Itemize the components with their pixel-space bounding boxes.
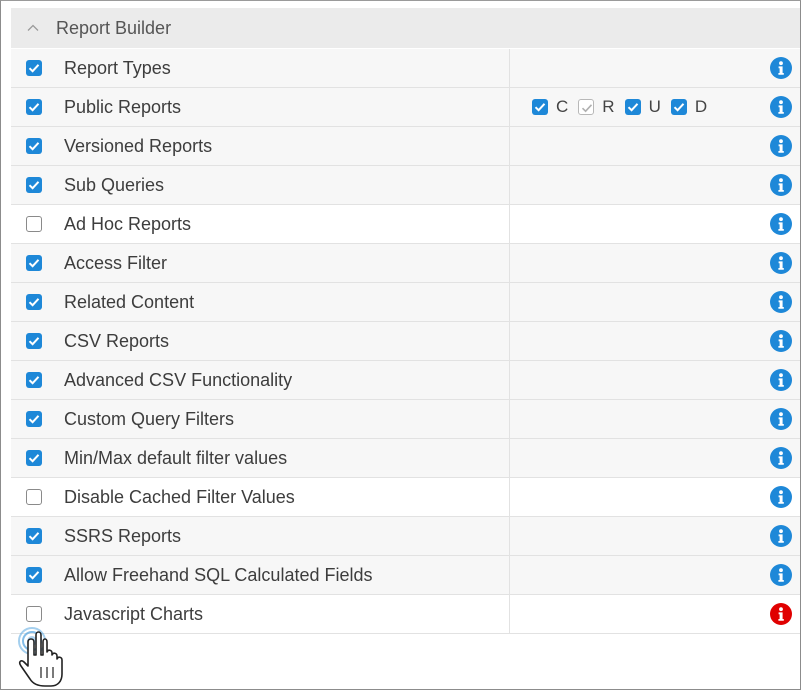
checkbox-report-types[interactable] <box>26 60 42 76</box>
info-icon[interactable] <box>770 96 792 118</box>
crud-checkbox-d[interactable] <box>670 99 687 115</box>
permission-row-public-reports: Public Reports C R U D <box>11 88 800 127</box>
permission-label: Custom Query Filters <box>64 408 235 429</box>
permission-label: Sub Queries <box>64 174 165 195</box>
checkbox-allow-freehand-sql-calculated-fields[interactable] <box>26 567 42 583</box>
info-icon[interactable] <box>770 213 792 235</box>
checkbox-public-reports[interactable] <box>26 99 42 115</box>
info-icon[interactable] <box>770 252 792 274</box>
info-icon[interactable] <box>770 447 792 469</box>
checkbox-ssrs-reports[interactable] <box>26 528 42 544</box>
info-icon[interactable] <box>770 135 792 157</box>
column-divider <box>509 127 510 165</box>
checkbox-related-content[interactable] <box>26 294 42 310</box>
column-divider <box>509 322 510 360</box>
permission-label: Allow Freehand SQL Calculated Fields <box>64 564 373 585</box>
column-divider <box>509 556 510 594</box>
info-icon[interactable] <box>770 525 792 547</box>
info-icon[interactable] <box>770 408 792 430</box>
chevron-up-icon[interactable] <box>26 21 40 35</box>
checkbox-access-filter[interactable] <box>26 255 42 271</box>
column-divider <box>509 517 510 555</box>
info-icon[interactable] <box>770 564 792 586</box>
crud-option-d: D <box>670 97 708 117</box>
hand-pointer-cursor-icon <box>18 627 63 687</box>
crud-option-c: C <box>532 97 568 117</box>
checkbox-javascript-charts[interactable] <box>26 606 42 622</box>
column-divider <box>509 361 510 399</box>
checkbox-advanced-csv-functionality[interactable] <box>26 372 42 388</box>
permission-label: Report Types <box>64 57 171 78</box>
section-title: Report Builder <box>56 17 172 38</box>
permission-row-allow-freehand-sql-calculated-fields: Allow Freehand SQL Calculated Fields <box>11 556 800 595</box>
info-icon[interactable] <box>770 330 792 352</box>
permission-row-sub-queries: Sub Queries <box>11 166 800 205</box>
permission-row-versioned-reports: Versioned Reports <box>11 127 800 166</box>
crud-letter: R <box>602 97 615 116</box>
crud-letter: U <box>648 97 661 116</box>
checkbox-versioned-reports[interactable] <box>26 138 42 154</box>
info-icon[interactable] <box>770 57 792 79</box>
permission-label: Public Reports <box>64 96 182 117</box>
report-builder-panel: Report Builder Report Types Public Report… <box>0 0 801 690</box>
permission-row-advanced-csv-functionality: Advanced CSV Functionality <box>11 361 800 400</box>
crud-letter: D <box>694 97 708 116</box>
permission-label: Disable Cached Filter Values <box>64 486 295 507</box>
checkbox-csv-reports[interactable] <box>26 333 42 349</box>
column-divider <box>509 478 510 516</box>
permission-label: CSV Reports <box>64 330 170 351</box>
column-divider <box>509 595 510 633</box>
permission-label: Access Filter <box>64 252 168 273</box>
permission-row-custom-query-filters: Custom Query Filters <box>11 400 800 439</box>
column-divider <box>509 283 510 321</box>
checkbox-min-max-default-filter-values[interactable] <box>26 450 42 466</box>
permission-label: SSRS Reports <box>64 525 182 546</box>
permission-row-disable-cached-filter-values: Disable Cached Filter Values <box>11 478 800 517</box>
column-divider <box>509 205 510 243</box>
checkbox-ad-hoc-reports[interactable] <box>26 216 42 232</box>
permission-label: Versioned Reports <box>64 135 213 156</box>
info-icon[interactable] <box>770 291 792 313</box>
column-divider <box>509 88 510 126</box>
crud-checkbox-c[interactable] <box>532 99 548 115</box>
column-divider <box>509 244 510 282</box>
checkbox-custom-query-filters[interactable] <box>26 411 42 427</box>
crud-permissions: CRUD <box>532 88 717 126</box>
permission-label: Related Content <box>64 291 195 312</box>
info-icon[interactable] <box>770 369 792 391</box>
permission-row-javascript-charts: Javascript Charts <box>11 595 800 634</box>
permission-row-report-types: Report Types <box>11 49 800 88</box>
section-header-report-builder[interactable]: Report Builder <box>11 8 800 48</box>
permission-label: Advanced CSV Functionality <box>64 369 293 390</box>
permission-label: Min/Max default filter values <box>64 447 288 468</box>
checkbox-disable-cached-filter-values[interactable] <box>26 489 42 505</box>
crud-option-r: R <box>578 97 615 117</box>
crud-option-u: U <box>624 97 661 117</box>
column-divider <box>509 439 510 477</box>
permission-row-ssrs-reports: SSRS Reports <box>11 517 800 556</box>
info-icon[interactable] <box>770 174 792 196</box>
permissions-list: Report Types Public Reports C R U D Versioned … <box>11 49 800 634</box>
permission-label: Javascript Charts <box>64 603 204 624</box>
checkbox-sub-queries[interactable] <box>26 177 42 193</box>
permission-label: Ad Hoc Reports <box>64 213 192 234</box>
column-divider <box>509 166 510 204</box>
info-icon[interactable] <box>770 486 792 508</box>
permission-row-csv-reports: CSV Reports <box>11 322 800 361</box>
crud-checkbox-u[interactable] <box>624 99 641 115</box>
permission-row-min-max-default-filter-values: Min/Max default filter values <box>11 439 800 478</box>
permission-row-ad-hoc-reports: Ad Hoc Reports <box>11 205 800 244</box>
permission-row-related-content: Related Content <box>11 283 800 322</box>
info-icon[interactable] <box>770 603 792 625</box>
column-divider <box>509 49 510 87</box>
column-divider <box>509 400 510 438</box>
crud-checkbox-r <box>578 99 595 115</box>
permission-row-access-filter: Access Filter <box>11 244 800 283</box>
crud-letter: C <box>556 97 569 116</box>
